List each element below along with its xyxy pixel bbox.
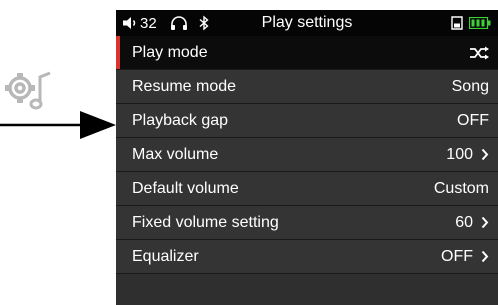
menu-item-label: Play mode (132, 44, 208, 61)
arrow-right-icon (0, 111, 116, 139)
menu-item-label: Default volume (132, 180, 239, 197)
menu-item-default-volume[interactable]: Default volume Custom (116, 172, 498, 206)
menu-item-label: Resume mode (132, 78, 237, 95)
menu-item-label: Max volume (132, 146, 219, 163)
menu-item-value: Custom (433, 179, 489, 197)
menu-item-equalizer[interactable]: Equalizer OFF (116, 240, 498, 274)
menu-item-label: Playback gap (132, 112, 229, 129)
menu-item-value: OFF (457, 111, 489, 129)
sd-card-icon (451, 10, 463, 36)
menu-item-play-mode[interactable]: Play mode (116, 36, 498, 70)
battery-icon (469, 10, 491, 36)
menu-item-label: Fixed volume setting (132, 214, 279, 231)
menu-item-value: Song (451, 77, 489, 95)
menu-item-fixed-volume-setting[interactable]: Fixed volume setting 60 (116, 206, 498, 240)
chevron-right-icon (481, 250, 489, 263)
shuffle-icon (469, 36, 489, 69)
menu-item-label: Equalizer (132, 248, 199, 265)
device-screen: 32 Play settings Play mode Resume mode S… (116, 10, 498, 305)
music-settings-icon (5, 71, 51, 110)
menu-item-playback-gap[interactable]: Playback gap OFF (116, 104, 498, 138)
status-bar: 32 Play settings (116, 10, 498, 36)
menu-item-value: OFF (441, 240, 489, 273)
chevron-right-icon (481, 216, 489, 229)
settings-menu: Play mode Resume mode Song Playback gap … (116, 36, 498, 274)
menu-item-value: 100 (446, 138, 489, 171)
menu-item-resume-mode[interactable]: Resume mode Song (116, 70, 498, 104)
chevron-right-icon (481, 148, 489, 161)
menu-item-max-volume[interactable]: Max volume 100 (116, 138, 498, 172)
screen-title: Play settings (261, 14, 353, 31)
menu-item-value: 60 (455, 206, 489, 239)
